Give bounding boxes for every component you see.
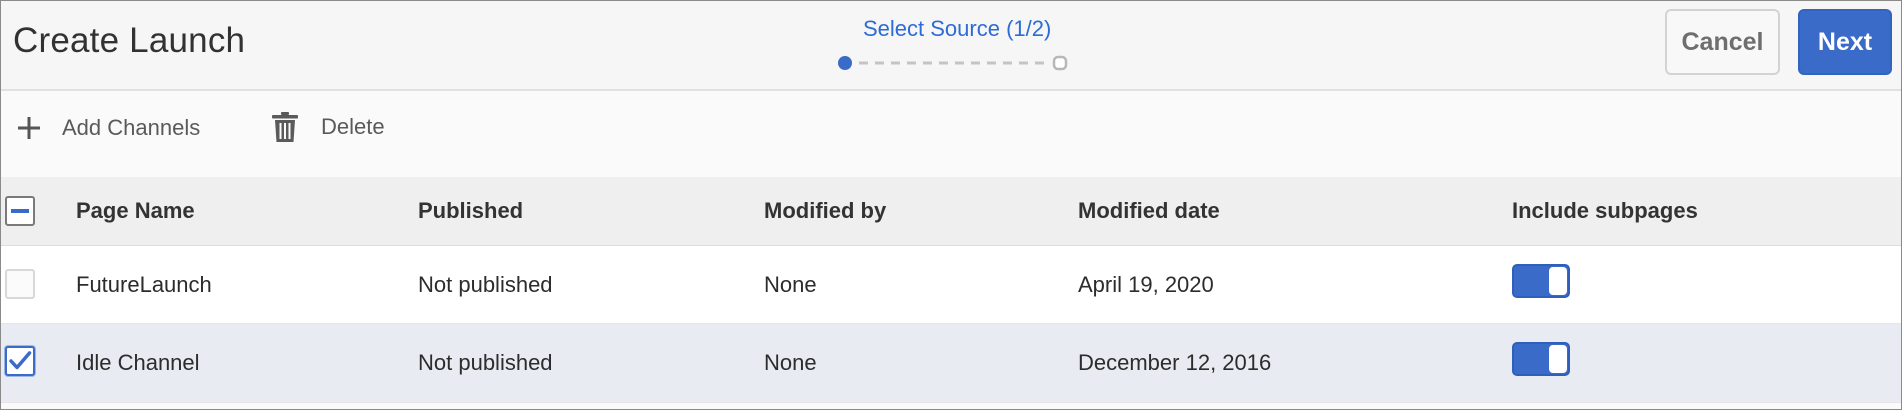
modified-date-cell: April 19, 2020 bbox=[1078, 271, 1214, 297]
cancel-button[interactable]: Cancel bbox=[1665, 9, 1780, 75]
step-2-marker bbox=[1052, 55, 1068, 71]
column-header-include-subpages[interactable]: Include subpages bbox=[1512, 177, 1698, 245]
column-header-modified-date[interactable]: Modified date bbox=[1078, 177, 1220, 245]
indeterminate-mark bbox=[11, 209, 29, 213]
add-channels-label: Add Channels bbox=[62, 115, 201, 140]
table-row[interactable]: Idle Channel Not published None December… bbox=[1, 324, 1901, 403]
modified-by-cell: None bbox=[764, 350, 817, 375]
page-name-cell: Idle Channel bbox=[76, 350, 200, 375]
column-header-modified-by[interactable]: Modified by bbox=[764, 177, 886, 245]
modified-date-cell: December 12, 2016 bbox=[1078, 350, 1272, 375]
published-cell: Not published bbox=[418, 350, 553, 375]
include-subpages-toggle[interactable] bbox=[1512, 264, 1570, 298]
delete-button[interactable]: Delete bbox=[271, 111, 385, 143]
action-toolbar: Add Channels Delete bbox=[1, 91, 1901, 177]
select-all-checkbox[interactable] bbox=[5, 196, 35, 226]
trash-icon bbox=[272, 112, 298, 142]
cancel-button-label: Cancel bbox=[1681, 27, 1764, 56]
column-header-published[interactable]: Published bbox=[418, 177, 523, 245]
table-row[interactable]: FutureLaunch Not published None April 19… bbox=[1, 246, 1901, 324]
row-checkbox[interactable] bbox=[5, 269, 35, 299]
add-channels-button[interactable]: Add Channels bbox=[16, 115, 200, 141]
next-button[interactable]: Next bbox=[1798, 9, 1892, 75]
toggle-knob bbox=[1549, 345, 1567, 373]
page-title: Create Launch bbox=[13, 21, 246, 60]
table-header-row: Page Name Published Modified by Modified… bbox=[1, 177, 1901, 246]
header-bar: Create Launch Select Source (1/2) Cancel… bbox=[1, 1, 1901, 91]
published-cell: Not published bbox=[418, 271, 553, 297]
checkmark-icon bbox=[9, 351, 32, 370]
plus-icon bbox=[18, 117, 40, 139]
column-header-page-name[interactable]: Page Name bbox=[76, 177, 195, 245]
step-progress-indicator bbox=[838, 55, 1068, 71]
step-label: Select Source (1/2) bbox=[863, 16, 1052, 41]
channels-table: Page Name Published Modified by Modified… bbox=[1, 177, 1901, 403]
step-1-marker bbox=[838, 56, 852, 70]
create-launch-dialog: Create Launch Select Source (1/2) Cancel… bbox=[0, 0, 1902, 410]
next-button-label: Next bbox=[1817, 27, 1873, 56]
row-checkbox[interactable] bbox=[5, 346, 35, 376]
toggle-knob bbox=[1549, 267, 1567, 295]
page-name-cell: FutureLaunch bbox=[76, 271, 212, 297]
delete-label: Delete bbox=[321, 114, 385, 139]
modified-by-cell: None bbox=[764, 271, 817, 297]
include-subpages-toggle[interactable] bbox=[1512, 342, 1570, 376]
